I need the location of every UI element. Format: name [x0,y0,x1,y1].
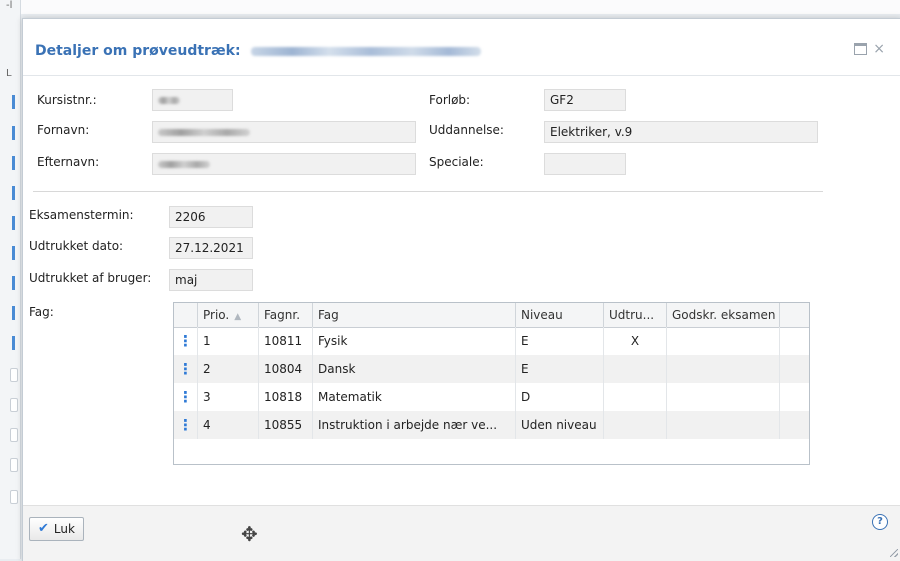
cell-niveau: E [516,327,604,355]
background-marker [12,186,15,200]
background-marker [12,276,15,290]
resize-handle-icon[interactable] [890,549,898,557]
udtrukket-dato-field: 27.12.2021 [169,237,253,259]
cell-udtrukket [604,411,667,439]
kursistnr-label: Kursistnr.: [37,93,97,107]
cell-godskr [667,327,780,355]
udtrukket-dato-label: Udtrukket dato: [29,239,124,253]
redacted-efternavn [158,161,210,168]
background-checkbox [10,458,18,472]
kursistnr-field [152,89,233,111]
cell-godskr [667,383,780,411]
background-marker [12,246,15,260]
background-app-top [0,0,900,14]
background-marker [12,126,15,140]
fornavn-field [152,121,416,143]
row-menu-icon[interactable]: ⋮ [174,411,198,439]
cell-fagnr: 10804 [259,355,313,383]
table-row[interactable]: ⋮ 3 10818 Matematik D [174,383,809,411]
cell-fag: Fysik [313,327,516,355]
background-checkbox [10,368,18,382]
uddannelse-field: Elektriker, v.9 [544,121,818,143]
udtrukket-bruger-label: Udtrukket af bruger: [29,271,152,285]
fag-grid: Prio. ▲ Fagnr. Fag Niveau Udtru... Godskr… [173,302,810,465]
background-marker [12,306,15,320]
dialog-footer: ✔ Luk [23,505,900,561]
background-app-sidebar: -l L [0,0,21,559]
dialog-title: Detaljer om prøveudtræk: [35,43,482,59]
fag-label: Fag: [29,305,54,319]
background-marker [12,95,15,109]
fornavn-label: Fornavn: [37,123,90,137]
background-text-fragment: L [6,68,12,79]
row-menu-icon[interactable]: ⋮ [174,327,198,355]
cell-udtrukket: X [604,327,667,355]
efternavn-field [152,153,416,175]
help-icon[interactable]: ? [872,514,888,530]
close-icon[interactable]: × [873,41,885,57]
cell-fag: Instruktion i arbejde nær ve... [313,411,516,439]
cell-prio: 4 [198,411,259,439]
eksamenstermin-label: Eksamenstermin: [29,208,134,222]
column-header-menu [174,303,198,327]
check-icon: ✔ [38,521,49,536]
column-header-prio[interactable]: Prio. ▲ [198,303,259,327]
background-checkbox [10,398,18,412]
redacted-name [251,46,482,56]
column-header-udtrukket[interactable]: Udtru... [604,303,667,327]
row-menu-icon[interactable]: ⋮ [174,355,198,383]
maximize-icon[interactable] [854,43,868,55]
background-checkbox [10,428,18,442]
background-text-fragment: -l [6,0,13,11]
cell-godskr [667,411,780,439]
cell-fagnr: 10855 [259,411,313,439]
cell-niveau: E [516,355,604,383]
column-header-fagnr[interactable]: Fagnr. [259,303,313,327]
background-marker [12,336,15,350]
background-marker [12,156,15,170]
details-dialog: Detaljer om prøveudtræk: × Kursistnr.: F… [22,18,900,561]
background-marker [12,216,15,230]
cell-udtrukket [604,383,667,411]
cell-prio: 3 [198,383,259,411]
forlob-label: Forløb: [429,93,471,107]
cell-fagnr: 10818 [259,383,313,411]
luk-button[interactable]: ✔ Luk [29,517,84,541]
cell-prio: 1 [198,327,259,355]
cell-fag: Matematik [313,383,516,411]
row-menu-icon[interactable]: ⋮ [174,383,198,411]
column-header-godskr[interactable]: Godskr. eksamen [667,303,780,327]
column-header-fag[interactable]: Fag [313,303,516,327]
eksamenstermin-field: 2206 [169,206,253,228]
table-row[interactable]: ⋮ 1 10811 Fysik E X [174,327,809,355]
column-header-niveau[interactable]: Niveau [516,303,604,327]
forlob-field: GF2 [544,89,626,111]
table-row[interactable]: ⋮ 2 10804 Dansk E [174,355,809,383]
speciale-label: Speciale: [429,155,484,169]
uddannelse-label: Uddannelse: [429,123,504,137]
sort-asc-icon: ▲ [234,312,242,322]
cell-udtrukket [604,355,667,383]
window-buttons: × [854,41,885,57]
udtrukket-bruger-field: maj [169,269,253,291]
cell-prio: 2 [198,355,259,383]
luk-button-label: Luk [53,522,75,536]
grid-header-row: Prio. ▲ Fagnr. Fag Niveau Udtru... Godskr… [174,303,809,328]
cell-niveau: D [516,383,604,411]
section-divider [33,191,823,192]
table-row[interactable]: ⋮ 4 10855 Instruktion i arbejde nær ve..… [174,411,809,439]
move-cursor-icon: ✥ [241,522,258,546]
dialog-titlebar[interactable]: Detaljer om prøveudtræk: × [23,19,900,76]
background-checkbox [10,490,18,504]
column-header-prio-label: Prio. [203,308,230,322]
speciale-field [544,153,626,175]
efternavn-label: Efternavn: [37,155,100,169]
cell-fag: Dansk [313,355,516,383]
redacted-kursistnr [158,97,180,104]
cell-godskr [667,355,780,383]
redacted-fornavn [158,129,250,136]
cell-fagnr: 10811 [259,327,313,355]
cell-niveau: Uden niveau [516,411,604,439]
dialog-title-text: Detaljer om prøveudtræk: [35,43,241,59]
